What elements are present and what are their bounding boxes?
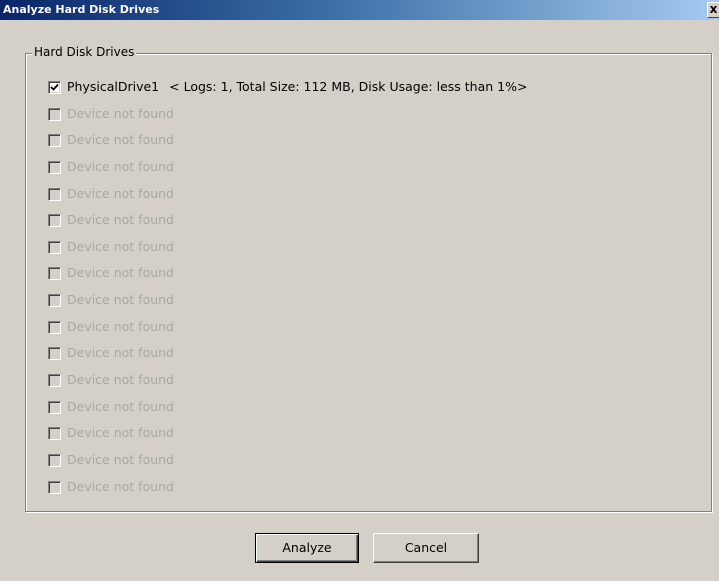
group-label: Hard Disk Drives (32, 44, 137, 60)
drive-checkbox-checked[interactable] (48, 81, 61, 94)
drive-label: Device not found (67, 345, 174, 361)
drive-item: Device not found (48, 264, 527, 291)
drive-checkbox (48, 320, 61, 334)
drive-label: Device not found (67, 292, 174, 308)
drive-item: Device not found (48, 158, 527, 185)
drive-info: < Logs: 1, Total Size: 112 MB, Disk Usag… (169, 79, 528, 94)
title-bar[interactable]: Analyze Hard Disk Drives x (0, 0, 719, 20)
drive-checkbox (48, 107, 61, 121)
drive-item: Device not found (48, 105, 527, 132)
drive-label: Device not found (67, 318, 174, 334)
drive-item: Device not found (48, 398, 527, 425)
drive-label: Device not found (67, 478, 174, 494)
drive-checkbox (48, 214, 61, 228)
drive-checkbox (48, 400, 61, 414)
drive-item: Device not found (48, 185, 527, 212)
analyze-dialog: Analyze Hard Disk Drives x Hard Disk Dri… (0, 0, 719, 581)
drive-checkbox (48, 240, 61, 254)
drive-label: Device not found (67, 398, 174, 414)
drive-label: Device not found (67, 238, 174, 254)
drive-label: Device not found (67, 105, 174, 121)
drive-checkbox (48, 374, 61, 388)
drive-item: Device not found (48, 344, 527, 371)
drive-checkbox (48, 160, 61, 174)
analyze-button[interactable]: Analyze (255, 533, 359, 563)
cancel-button[interactable]: Cancel (373, 533, 479, 563)
drive-label: Device not found (67, 158, 174, 174)
drive-checkbox (48, 347, 61, 361)
drive-checkbox (48, 294, 61, 308)
drive-item: Device not found (48, 478, 527, 505)
close-icon[interactable]: x (707, 2, 719, 18)
drive-item: Device not found (48, 424, 527, 451)
drive-checkbox (48, 453, 61, 467)
drive-list: PhysicalDrive1 < Logs: 1, Total Size: 112… (48, 78, 527, 504)
drive-label: Device not found (67, 185, 174, 201)
drive-item: Device not found (48, 131, 527, 158)
drive-label: Device not found (67, 132, 174, 148)
drive-label: Device not found (67, 212, 174, 228)
drive-checkbox (48, 134, 61, 148)
drive-label: Device not found (67, 425, 174, 441)
drive-item[interactable]: PhysicalDrive1 < Logs: 1, Total Size: 112… (48, 78, 527, 105)
drive-checkbox (48, 480, 61, 494)
window-title: Analyze Hard Disk Drives (3, 3, 160, 16)
drive-item: Device not found (48, 318, 527, 345)
drive-item: Device not found (48, 371, 527, 398)
drive-label: PhysicalDrive1 (67, 79, 160, 94)
drive-checkbox (48, 187, 61, 201)
drive-item: Device not found (48, 211, 527, 238)
drive-checkbox (48, 267, 61, 281)
drive-label: Device not found (67, 265, 174, 281)
checkmark-icon (50, 83, 59, 91)
drive-item: Device not found (48, 451, 527, 478)
drive-label: Device not found (67, 372, 174, 388)
drive-item: Device not found (48, 291, 527, 318)
drive-label: Device not found (67, 451, 174, 467)
drive-checkbox (48, 427, 61, 441)
drive-item: Device not found (48, 238, 527, 265)
